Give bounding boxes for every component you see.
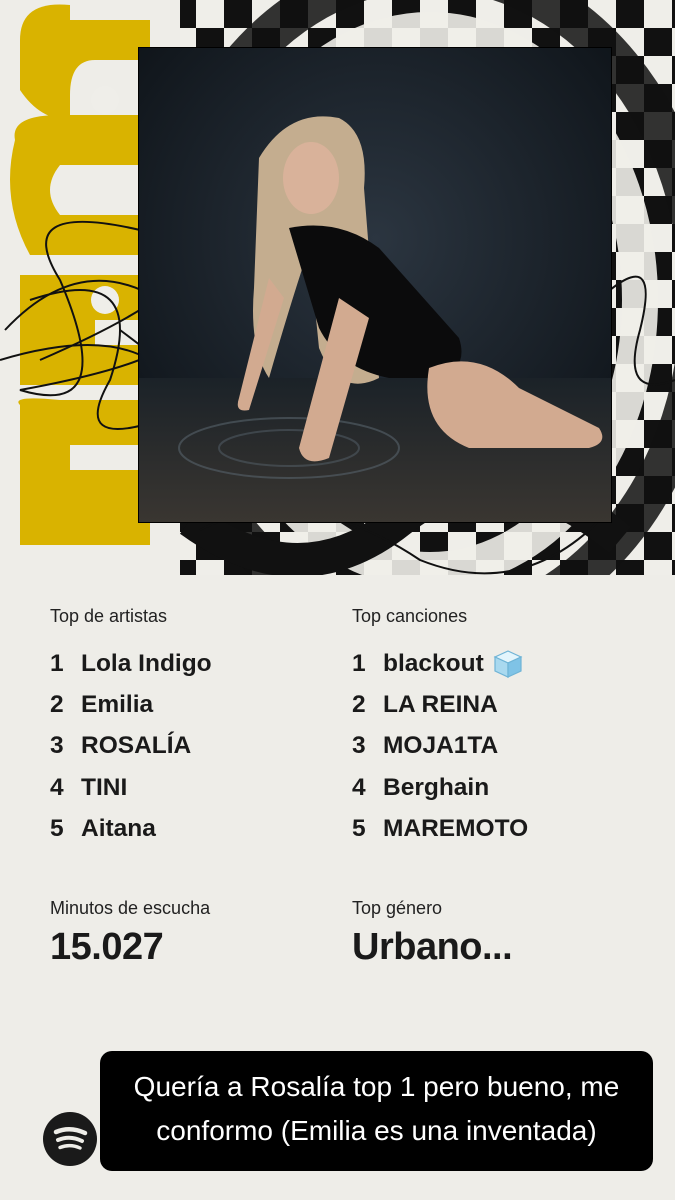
minutes-label: Minutos de escucha bbox=[50, 898, 211, 918]
genre-label: Top género bbox=[352, 898, 443, 918]
list-item: 4 Berghain bbox=[352, 767, 652, 808]
top-artists-heading: Top de artistas bbox=[50, 606, 168, 626]
artist-name: Lola Indigo bbox=[81, 650, 212, 677]
story-caption: Quería a Rosalía top 1 pero bueno, me co… bbox=[100, 1051, 653, 1171]
artist-name: ROSALÍA bbox=[81, 732, 192, 760]
top-songs-list: 1 blackout 2 LA REINA 3 MOJA1TA 4 Berghain … bbox=[352, 643, 652, 849]
list-item: 1 Lola Indigo bbox=[50, 643, 350, 684]
rank-number: 1 bbox=[50, 650, 64, 677]
rank-number: 5 bbox=[352, 814, 366, 842]
song-name: MOJA1TA bbox=[383, 732, 499, 760]
top-artists-list: 1 Lola Indigo 2 Emilia 3 ROSALÍA 4 TINI 5 Ait… bbox=[50, 643, 350, 849]
genre-stat: Top género Urbano... bbox=[352, 895, 652, 969]
rank-number: 2 bbox=[352, 691, 366, 719]
ice-cube-icon bbox=[492, 648, 524, 680]
artist-name: Emilia bbox=[81, 691, 154, 719]
list-item: 1 blackout bbox=[352, 643, 652, 684]
minutes-value: 15.027 bbox=[50, 926, 164, 968]
rank-number: 4 bbox=[50, 773, 64, 801]
album-cover-image bbox=[138, 47, 612, 523]
artist-name: TINI bbox=[81, 773, 128, 801]
spotify-logo-icon bbox=[43, 1112, 97, 1166]
list-item: 2 Emilia bbox=[50, 684, 350, 725]
list-item: 3 MOJA1TA bbox=[352, 725, 652, 766]
rank-number: 2 bbox=[50, 691, 64, 719]
list-item: 2 LA REINA bbox=[352, 684, 652, 725]
list-item: 4 TINI bbox=[50, 767, 350, 808]
list-item: 5 MAREMOTO bbox=[352, 808, 652, 849]
rank-number: 4 bbox=[352, 773, 366, 801]
minutes-stat: Minutos de escucha 15.027 bbox=[50, 895, 350, 969]
caption-line-2: conformo (Emilia es una inventada) bbox=[156, 1115, 597, 1146]
artist-name: Aitana bbox=[81, 814, 156, 842]
list-item: 5 Aitana bbox=[50, 808, 350, 849]
top-artists-section: Top de artistas 1 Lola Indigo 2 Emilia 3 RO… bbox=[50, 603, 350, 849]
year-numerals bbox=[10, 4, 151, 545]
rank-number: 3 bbox=[50, 732, 64, 760]
song-name: Berghain bbox=[383, 773, 490, 801]
rank-number: 1 bbox=[352, 650, 366, 677]
genre-value: Urbano... bbox=[352, 926, 513, 968]
top-songs-heading: Top canciones bbox=[352, 606, 468, 626]
caption-line-1: Quería a Rosalía top 1 pero bueno, me bbox=[133, 1071, 620, 1102]
song-name: blackout bbox=[383, 650, 484, 677]
song-name: MAREMOTO bbox=[383, 814, 529, 842]
song-name: LA REINA bbox=[383, 691, 498, 719]
hero-banner bbox=[0, 0, 675, 575]
list-item: 3 ROSALÍA bbox=[50, 725, 350, 766]
rank-number: 3 bbox=[352, 732, 366, 760]
rank-number: 5 bbox=[50, 814, 64, 842]
top-songs-section: Top canciones 1 blackout 2 LA REINA 3 MOJA… bbox=[352, 603, 652, 849]
